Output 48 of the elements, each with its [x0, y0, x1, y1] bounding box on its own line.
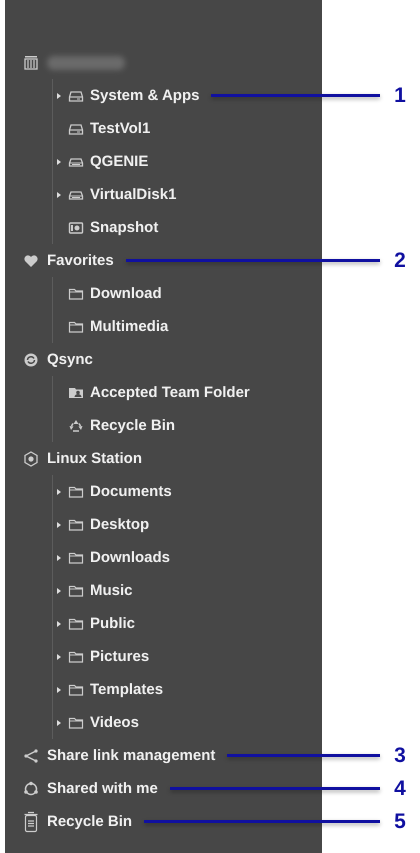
tree-item[interactable]: Downloads	[56, 546, 170, 570]
caret-icon[interactable]	[56, 686, 62, 694]
tree-item[interactable]: Recycle Bin	[23, 810, 132, 834]
sync-icon	[23, 352, 39, 368]
tree-item[interactable]: Download	[56, 282, 162, 306]
caret-icon[interactable]	[56, 92, 62, 100]
caret-icon[interactable]	[56, 190, 62, 198]
tree-item[interactable]: Qsync	[23, 348, 93, 372]
tree-item[interactable]: Share link management	[23, 744, 216, 768]
tree-item[interactable]: Public	[56, 612, 136, 636]
tree-item[interactable]: System & Apps	[56, 84, 200, 108]
caret-icon[interactable]	[56, 158, 62, 166]
recycle-icon	[68, 418, 84, 434]
caret-icon[interactable]	[56, 718, 62, 726]
share-icon	[23, 748, 39, 764]
tree-item[interactable]: VirtualDisk1	[56, 182, 176, 206]
caret-icon[interactable]	[56, 586, 62, 594]
tree-item[interactable]: Templates	[56, 678, 164, 702]
tree-item[interactable]: Snapshot	[56, 216, 158, 240]
caret-icon[interactable]	[56, 620, 62, 628]
heart-icon	[23, 252, 39, 268]
tree-item[interactable]: Shared with me	[23, 776, 158, 800]
tree-item[interactable]: Accepted Team Folder	[56, 380, 250, 404]
caret-icon[interactable]	[56, 520, 62, 528]
callout-number: 1	[393, 84, 407, 108]
hexagon-icon	[23, 450, 39, 466]
tree-item[interactable]: Linux Station	[23, 446, 142, 470]
caret-icon[interactable]	[56, 554, 62, 562]
tree-item[interactable]: Favorites	[23, 248, 114, 272]
camera-icon	[68, 220, 84, 236]
caret-icon[interactable]	[56, 652, 62, 660]
tree-item[interactable]: Music	[56, 578, 133, 602]
tree-item[interactable]: Recycle Bin	[56, 414, 176, 438]
tree-item[interactable]: TestVol1	[56, 116, 150, 140]
tree-item[interactable]: QGENIE	[56, 150, 148, 174]
callout-number: 4	[393, 776, 407, 800]
callout-number: 5	[393, 810, 407, 834]
trash-icon	[23, 810, 39, 832]
tree-item[interactable]: Pictures	[56, 644, 150, 668]
circle-arrows-icon	[23, 780, 39, 796]
server-icon	[23, 54, 39, 70]
tree-item[interactable]: Videos	[56, 710, 139, 734]
caret-icon[interactable]	[56, 488, 62, 496]
tree-item[interactable]: Multimedia	[56, 314, 168, 338]
tree-item[interactable]: Documents	[56, 480, 172, 504]
callout-number: 2	[393, 248, 407, 272]
tree-item[interactable]: Desktop	[56, 512, 150, 536]
callout-number: 3	[393, 744, 407, 768]
